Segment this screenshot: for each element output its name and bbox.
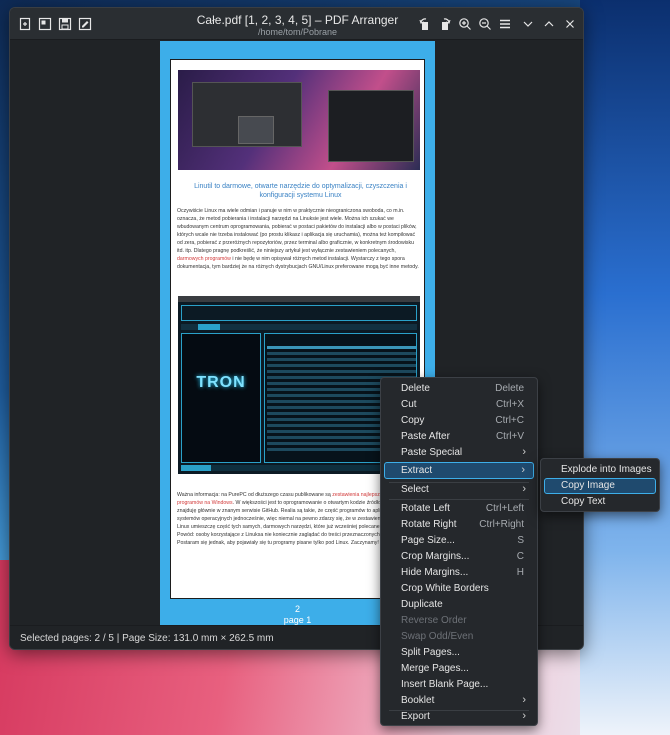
menu-item-reverse-order: Reverse Order — [401, 615, 467, 626]
menu-item-hide-margins[interactable]: Hide Margins... H — [384, 565, 534, 581]
zoom-out-icon[interactable] — [476, 15, 494, 33]
chevron-right-icon: › — [522, 694, 526, 706]
menu-item-paste-special[interactable]: Paste Special › — [384, 445, 534, 461]
rotate-right-icon[interactable] — [436, 15, 454, 33]
menu-item-rotate-left[interactable]: Rotate Left Ctrl+Left — [384, 501, 534, 517]
window-subtitle: /home/tom/Pobrane — [257, 27, 338, 37]
menu-item-duplicate[interactable]: Duplicate — [384, 597, 534, 613]
menu-item-copy-text[interactable]: Copy Text — [544, 494, 656, 510]
chevron-right-icon: › — [522, 710, 526, 722]
menu-item-booklet[interactable]: Booklet › — [384, 693, 534, 709]
menu-item-page-size[interactable]: Page Size... S — [384, 533, 534, 549]
menu-item-crop-white-borders[interactable]: Crop White Borders — [384, 581, 534, 597]
menu-item-paste-after[interactable]: Paste After Ctrl+V — [384, 429, 534, 445]
article-paragraph-1: Oczywiście Linux ma wiele odmian i panuj… — [177, 208, 419, 270]
menu-item-select[interactable]: Select › — [384, 482, 534, 498]
menu-item-copy[interactable]: Copy Ctrl+C — [384, 413, 534, 429]
rotate-left-icon[interactable] — [416, 15, 434, 33]
menu-item-insert-blank-page[interactable]: Insert Blank Page... — [384, 677, 534, 693]
chevron-right-icon: › — [522, 446, 526, 458]
menu-item-rotate-right[interactable]: Rotate Right Ctrl+Right — [384, 517, 534, 533]
menu-item-export[interactable]: Export › — [384, 709, 534, 725]
tron-logo: TRON — [196, 374, 246, 391]
chevron-right-icon: › — [521, 464, 525, 476]
minimize-icon[interactable] — [519, 15, 537, 33]
screenshot-image-1 — [178, 70, 420, 170]
hamburger-menu-icon[interactable] — [496, 15, 514, 33]
menu-item-delete[interactable]: Delete Delete — [384, 381, 534, 397]
article-heading: Linutil to darmowe, otwarte narzędzie do… — [194, 183, 407, 199]
menu-item-merge-pages[interactable]: Merge Pages... — [384, 661, 534, 677]
window-title: Całe.pdf [1, 2, 3, 4, 5] – PDF Arranger … — [160, 13, 435, 38]
maximize-icon[interactable] — [540, 15, 558, 33]
save-as-icon[interactable] — [76, 15, 94, 33]
extract-submenu: Explode into Images Copy Image Copy Text — [540, 458, 660, 512]
menu-item-split-pages[interactable]: Split Pages... — [384, 645, 534, 661]
zoom-in-icon[interactable] — [456, 15, 474, 33]
import-icon[interactable] — [36, 15, 54, 33]
menu-separator — [389, 499, 529, 500]
new-doc-icon[interactable] — [16, 15, 34, 33]
menu-item-explode-into-images[interactable]: Explode into Images — [544, 462, 656, 478]
save-icon[interactable] — [56, 15, 74, 33]
menu-item-cut[interactable]: Cut Ctrl+X — [384, 397, 534, 413]
context-menu: Delete Delete Cut Ctrl+X Copy Ctrl+C Paste … — [380, 377, 538, 726]
window-title-text: Całe.pdf [1, 2, 3, 4, 5] – PDF Arranger — [196, 13, 399, 27]
chevron-right-icon: › — [522, 483, 526, 495]
menu-item-extract[interactable]: Extract › — [384, 462, 534, 479]
menu-item-copy-image[interactable]: Copy Image — [544, 478, 656, 494]
titlebar: Całe.pdf [1, 2, 3, 4, 5] – PDF Arranger … — [10, 8, 583, 40]
menu-item-swap-odd-even: Swap Odd/Even — [401, 631, 474, 642]
close-icon[interactable] — [561, 15, 579, 33]
menu-item-crop-margins[interactable]: Crop Margins... C — [384, 549, 534, 565]
desktop-wallpaper-right — [580, 0, 670, 735]
